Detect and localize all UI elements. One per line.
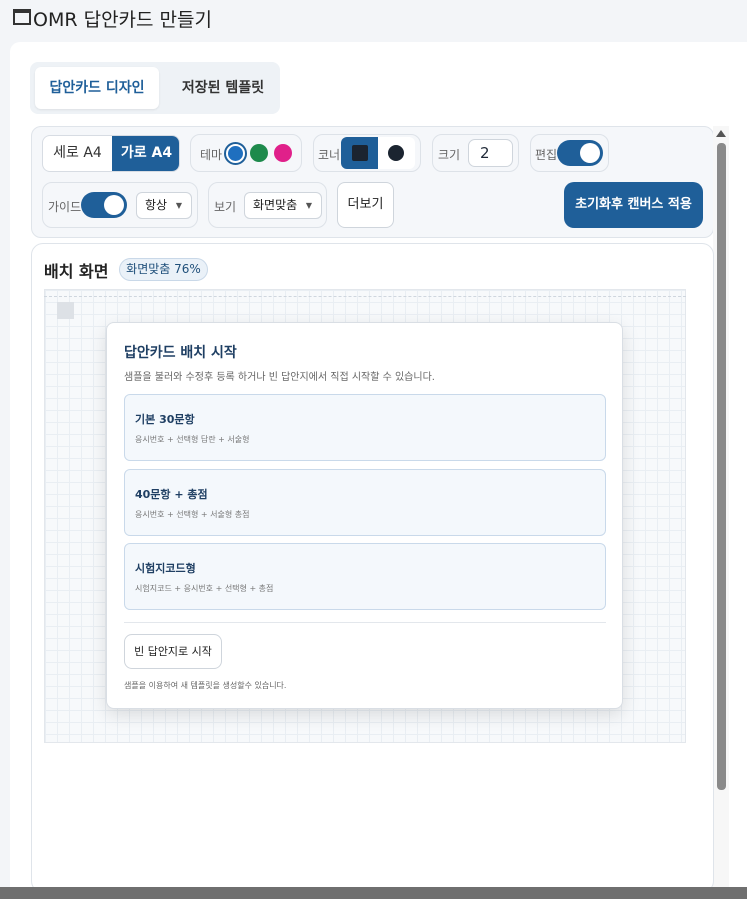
template-option-title: 시험지코드형 bbox=[135, 562, 196, 575]
guide-label: 가이드 bbox=[48, 200, 82, 214]
view-mode-value: 화면맞춤 bbox=[253, 198, 298, 212]
size-input[interactable]: 2 bbox=[468, 139, 513, 167]
dialog-description: 샘플을 불러와 수정후 등록 하거나 빈 답안지에서 직접 시작할 수 있습니다… bbox=[124, 372, 435, 383]
round-corner-icon bbox=[388, 145, 404, 161]
template-option-desc: 응시번호 + 선택형 + 서술형 총점 bbox=[135, 510, 250, 519]
corner-label: 코너 bbox=[318, 148, 341, 162]
corner-round-option[interactable] bbox=[378, 137, 415, 169]
orientation-toggle: 세로 A4 가로 A4 bbox=[42, 135, 180, 172]
template-option[interactable]: 시험지코드형 시험지코드 + 응시번호 + 선택형 + 총점 bbox=[124, 543, 606, 610]
tab-design[interactable]: 답안카드 디자인 bbox=[35, 67, 159, 109]
zoom-badge: 화면맞춤 76% bbox=[119, 258, 208, 281]
theme-green-swatch[interactable] bbox=[250, 144, 268, 162]
orientation-landscape-button[interactable]: 가로 A4 bbox=[112, 136, 179, 171]
size-label: 크기 bbox=[438, 148, 461, 162]
template-option-desc: 시험지코드 + 응시번호 + 선택형 + 총점 bbox=[135, 584, 274, 593]
dialog-footer-note: 샘플을 이용하여 새 템플릿을 생성할수 있습니다. bbox=[124, 681, 287, 690]
theme-pink-swatch[interactable] bbox=[274, 144, 292, 162]
scroll-up-arrow-icon[interactable] bbox=[716, 130, 726, 137]
guide-mode-value: 항상 bbox=[145, 198, 168, 212]
guide-mode-select[interactable]: 항상 ▼ bbox=[136, 192, 192, 219]
taskbar bbox=[0, 887, 747, 899]
canvas-guide-line bbox=[44, 296, 686, 297]
view-mode-select[interactable]: 화면맞춤 ▼ bbox=[244, 192, 322, 219]
scrollbar-thumb[interactable] bbox=[717, 143, 726, 790]
corner-square-option[interactable] bbox=[341, 137, 378, 169]
template-option-title: 40문항 + 총점 bbox=[135, 488, 208, 501]
reset-apply-canvas-button[interactable]: 초기화후 캔버스 적용 bbox=[564, 182, 703, 228]
template-option-title: 기본 30문항 bbox=[135, 413, 195, 426]
guide-toggle[interactable] bbox=[81, 192, 127, 218]
chevron-down-icon: ▼ bbox=[305, 201, 312, 210]
tab-bar: 답안카드 디자인 저장된 템플릿 bbox=[30, 62, 280, 114]
toggle-knob bbox=[104, 195, 124, 215]
toggle-knob bbox=[580, 143, 600, 163]
theme-blue-swatch[interactable] bbox=[224, 142, 247, 165]
theme-label: 테마 bbox=[200, 148, 223, 162]
dialog-divider bbox=[124, 622, 606, 623]
template-option[interactable]: 기본 30문항 응시번호 + 선택형 답란 + 서술형 bbox=[124, 394, 606, 461]
layout-title: 배치 화면 bbox=[44, 262, 109, 281]
template-option-desc: 응시번호 + 선택형 답란 + 서술형 bbox=[135, 435, 250, 444]
view-label: 보기 bbox=[214, 200, 237, 214]
chevron-down-icon: ▼ bbox=[175, 201, 182, 210]
tab-saved-templates[interactable]: 저장된 템플릿 bbox=[171, 67, 275, 109]
app-title: OMR 답안카드 만들기 bbox=[33, 9, 212, 31]
more-button[interactable]: 더보기 bbox=[337, 182, 394, 228]
window-icon bbox=[13, 9, 31, 25]
corner-mark bbox=[57, 302, 74, 319]
edit-toggle[interactable] bbox=[557, 140, 603, 166]
template-option[interactable]: 40문항 + 총점 응시번호 + 선택형 + 서술형 총점 bbox=[124, 469, 606, 536]
dialog-title: 답안카드 배치 시작 bbox=[124, 345, 237, 361]
theme-blue-fill bbox=[228, 146, 243, 161]
square-corner-icon bbox=[352, 145, 368, 161]
edit-label: 편집 bbox=[535, 148, 558, 162]
orientation-portrait-button[interactable]: 세로 A4 bbox=[43, 136, 112, 171]
start-blank-button[interactable]: 빈 답안지로 시작 bbox=[124, 634, 222, 669]
